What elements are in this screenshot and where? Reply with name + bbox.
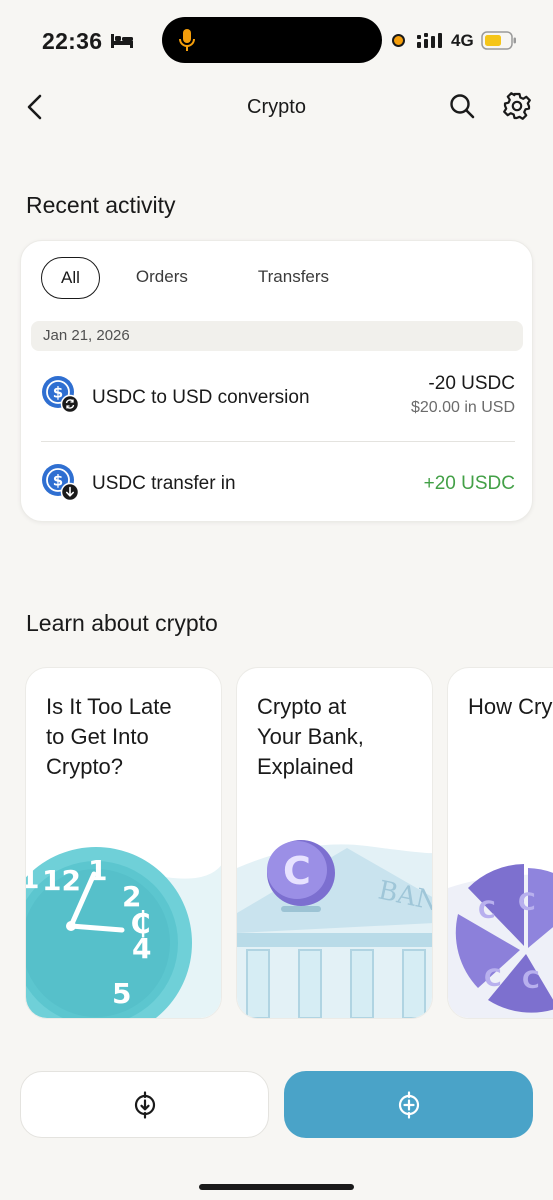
nav-header: Crypto — [0, 82, 553, 132]
recording-dot-icon — [392, 34, 405, 47]
learn-card-title: Is It Too Late to Get Into Crypto? — [46, 694, 172, 779]
learn-card-portfolio[interactable]: How Cry Fits Into Portfolio C C C C — [447, 667, 553, 1019]
activity-label: USDC to USD conversion — [92, 387, 310, 408]
status-time: 22:36 — [42, 28, 103, 54]
divider — [41, 441, 515, 442]
buy-button[interactable] — [284, 1071, 533, 1138]
usdc-convert-icon: $ — [42, 376, 79, 413]
search-icon[interactable] — [448, 92, 476, 120]
svg-text:1: 1 — [26, 862, 39, 895]
learn-carousel[interactable]: Is It Too Late to Get Into Crypto? 12 1 … — [0, 667, 553, 1022]
svg-text:C: C — [283, 849, 311, 893]
battery-icon — [481, 31, 516, 50]
activity-sub-amount: $20.00 in USD — [410, 399, 515, 416]
learn-card-bank[interactable]: Crypto at Your Bank, Explained BAN C — [236, 667, 433, 1019]
coin-pie-illustration: C C C C — [448, 864, 553, 1018]
recent-activity-heading: Recent activity — [26, 192, 176, 218]
activity-item-transfer[interactable]: $ USDC transfer in +20 USDC — [41, 451, 515, 511]
coin-add-icon — [398, 1090, 419, 1119]
activity-item-conversion[interactable]: $ USDC to USD conversion -20 USDC $20.00… — [41, 363, 515, 423]
status-bar: 22:36 4G — [0, 0, 553, 80]
svg-text:5: 5 — [112, 977, 131, 1010]
bed-icon — [111, 34, 133, 48]
activity-amount: +20 USDC — [423, 473, 515, 494]
receive-button[interactable] — [20, 1071, 269, 1138]
activity-card: All Orders Transfers Jan 21, 2026 $ USDC… — [20, 240, 533, 522]
svg-text:C: C — [484, 964, 502, 992]
svg-text:₵: ₵ — [130, 906, 151, 941]
learn-card-title: Crypto at Your Bank, Explained — [257, 694, 364, 779]
svg-text:C: C — [518, 888, 536, 916]
learn-card-too-late[interactable]: Is It Too Late to Get Into Crypto? 12 1 … — [25, 667, 222, 1019]
svg-text:12: 12 — [42, 864, 81, 897]
network-type: 4G — [451, 31, 474, 50]
signal-icon — [417, 33, 442, 48]
svg-text:$: $ — [53, 384, 63, 402]
date-header: Jan 21, 2026 — [31, 321, 523, 351]
svg-text:C: C — [522, 966, 540, 994]
svg-text:$: $ — [53, 472, 63, 490]
usdc-receive-icon: $ — [42, 464, 79, 501]
home-indicator — [199, 1184, 354, 1190]
gear-icon[interactable] — [502, 91, 532, 121]
bank-coin-illustration: BAN C — [237, 840, 432, 1018]
microphone-icon — [179, 29, 195, 51]
dynamic-island — [162, 17, 382, 63]
clock-illustration: 12 1 2 4 5 1 ₵ — [26, 847, 221, 1018]
coin-receive-icon — [134, 1090, 155, 1119]
activity-tabs: All Orders Transfers — [41, 257, 349, 301]
activity-amount: -20 USDC — [428, 373, 515, 394]
learn-heading: Learn about crypto — [26, 610, 218, 636]
learn-card-title: How Cry Fits Into Portfolio — [468, 694, 553, 719]
tab-all[interactable]: All — [41, 257, 100, 299]
tab-transfers[interactable]: Transfers — [238, 257, 349, 299]
svg-text:C: C — [478, 896, 496, 924]
activity-label: USDC transfer in — [92, 473, 236, 494]
tab-orders[interactable]: Orders — [116, 257, 208, 299]
